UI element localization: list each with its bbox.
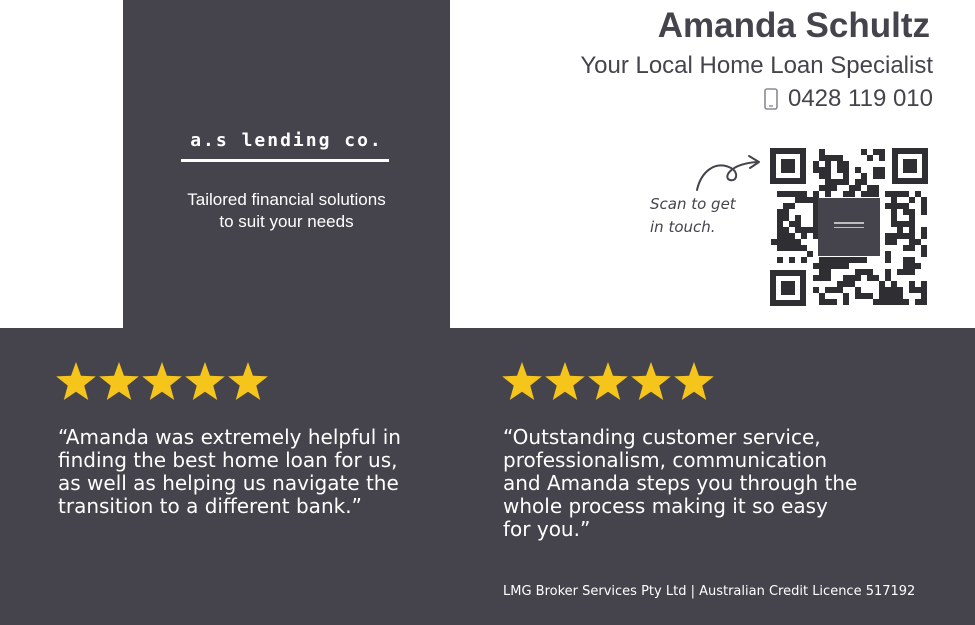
star-icon [502, 362, 542, 400]
star-icon [545, 362, 585, 400]
mobile-phone-icon [764, 88, 778, 110]
qr-code[interactable] [768, 146, 930, 308]
curved-arrow-icon [696, 155, 760, 191]
star-icon [228, 362, 268, 400]
brand-tagline: Tailored financial solutions to suit you… [187, 190, 386, 231]
star-icon [99, 362, 139, 400]
reviews-band: “Amanda was extremely helpful in finding… [0, 328, 975, 625]
phone-link[interactable]: 0428 119 010 [764, 85, 933, 113]
scan-caption: Scan to get in touch. [650, 195, 736, 236]
rating-stars-1 [56, 362, 268, 400]
logo-underline [181, 159, 389, 162]
star-icon [56, 362, 96, 400]
star-icon [674, 362, 714, 400]
agent-name: Amanda Schultz [657, 6, 930, 45]
phone-number: 0428 119 010 [787, 85, 933, 112]
star-icon [142, 362, 182, 400]
star-icon [631, 362, 671, 400]
agent-title: Your Local Home Loan Specialist [580, 52, 933, 79]
star-icon [185, 362, 225, 400]
logo-panel: a.s lending co. Tailored financial solut… [123, 0, 450, 330]
rating-stars-2 [502, 362, 714, 400]
review-quote-2: “Outstanding customer service, professio… [503, 425, 858, 541]
brand-logo: a.s lending co. [190, 130, 383, 151]
review-quote-1: “Amanda was extremely helpful in finding… [58, 425, 401, 518]
licence-footer: LMG Broker Services Pty Ltd | Australian… [503, 584, 916, 599]
star-icon [588, 362, 628, 400]
